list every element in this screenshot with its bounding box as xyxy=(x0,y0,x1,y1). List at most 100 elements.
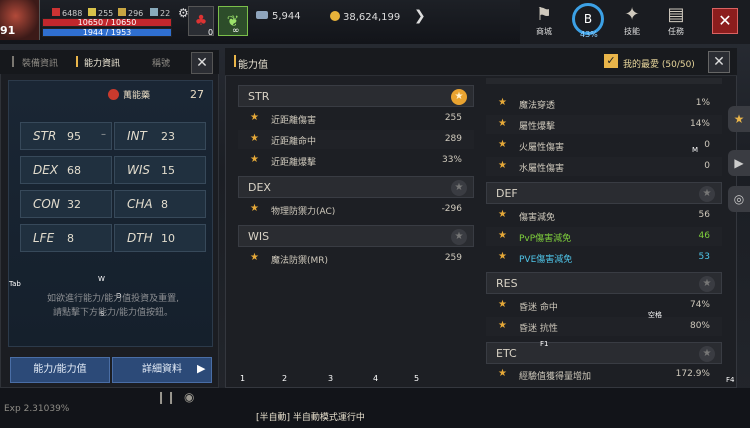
stat-value: 8 xyxy=(67,232,74,245)
hud-stat-4: 22 xyxy=(150,8,170,18)
stat-row-label: 近距離命中 xyxy=(271,137,317,147)
stat-row-label: 近距離爆擊 xyxy=(271,158,317,168)
side-play-button[interactable]: ▶ xyxy=(728,150,750,176)
tab-title[interactable]: 稱號 xyxy=(152,56,170,69)
key-hint-tab: Tab xyxy=(9,280,21,288)
close-main-button[interactable]: ✕ xyxy=(712,8,738,34)
group-header-str: STR ★ xyxy=(238,85,474,107)
favorite-star-icon[interactable]: ★ xyxy=(451,89,467,105)
stat-name: WIS xyxy=(127,163,151,177)
side-favorite-button[interactable]: ★ xyxy=(728,106,750,132)
shop-button[interactable]: ⚑ 商城 xyxy=(524,4,564,37)
stat-row-value: 80% xyxy=(689,321,710,331)
stat-row-label: 火屬性傷害 xyxy=(519,143,565,153)
hotkey-slot-3[interactable]: 3 xyxy=(328,374,333,383)
group-header-dex: DEX ★ xyxy=(238,176,474,198)
potion-count: 0 xyxy=(208,28,214,37)
favorite-star-icon[interactable]: ★ xyxy=(699,186,715,202)
hint-line-1: 如欲進行能力/能力值投資及重置, xyxy=(47,294,179,304)
hud-stat-3: 296 xyxy=(118,8,143,18)
group-header-def: DEF ★ xyxy=(486,182,722,204)
currency-expand-arrow-icon[interactable]: ❯ xyxy=(414,8,426,24)
stat-value: 68 xyxy=(67,164,81,177)
star-icon: ★ xyxy=(250,154,259,165)
hotkey-slot-5[interactable]: 5 xyxy=(414,374,419,383)
favorite-star-icon[interactable]: ★ xyxy=(699,346,715,362)
tab-divider xyxy=(12,56,14,67)
stat-row: ★ 火屬性傷害 0 xyxy=(486,136,722,155)
stat-name: LFE xyxy=(33,231,55,245)
title-marker xyxy=(234,55,236,67)
heart-icon xyxy=(52,8,60,16)
star-icon: ★ xyxy=(498,230,507,241)
group-name: DEF xyxy=(496,187,518,200)
quests-button[interactable]: ▤ 任務 xyxy=(656,4,696,37)
stat-row-label: 昏迷 抗性 xyxy=(519,324,558,334)
stat-row-label: 傷害減免 xyxy=(519,213,556,223)
close-icon: ✕ xyxy=(718,11,732,30)
stat-dash: – xyxy=(101,129,106,140)
star-icon: ★ xyxy=(498,299,507,310)
leaf-infinity: ∞ xyxy=(232,26,240,36)
favorites-checkbox[interactable]: ✓ xyxy=(604,54,618,68)
left-panel-close-button[interactable]: ✕ xyxy=(191,52,213,74)
stat-row-label: PVE傷害減免 xyxy=(519,255,573,265)
stat-row-label: 屬性爆擊 xyxy=(519,122,556,132)
stat-row: ★ 昏迷 命中 74% xyxy=(486,296,722,315)
silver-currency: 5,944 xyxy=(256,11,301,22)
stat-row: ★ 水屬性傷害 0 xyxy=(486,157,722,176)
stat-cell-dth: DTH 10 xyxy=(114,224,206,252)
star-icon: ★ xyxy=(733,112,745,126)
star-icon: ★ xyxy=(498,209,507,220)
stats-detail-title: 能力值 xyxy=(238,60,268,71)
stat-row: ★ 魔法穿透 1% xyxy=(486,94,722,113)
star-icon: ★ xyxy=(498,320,507,331)
stat-row-label: 魔法防禦(MR) xyxy=(271,256,329,266)
group-header-res: RES ★ xyxy=(486,272,722,294)
auto-mode-status: [半自動] 半自動模式運行中 xyxy=(256,413,365,423)
key-hint-w: W xyxy=(98,275,105,283)
hotkey-slot-2[interactable]: 2 xyxy=(282,374,287,383)
favorites-label[interactable]: 我的最愛 (50/50) xyxy=(623,57,695,70)
stat-name: CHA xyxy=(127,197,153,211)
stat-value: 23 xyxy=(161,130,175,143)
star-icon: ★ xyxy=(498,160,507,171)
camera-icon[interactable]: ◉ xyxy=(184,390,194,404)
favorite-star-icon[interactable]: ★ xyxy=(451,229,467,245)
side-swirl-button[interactable]: ◎ xyxy=(728,186,750,212)
gold-currency: 38,624,199 xyxy=(330,11,400,23)
swirl-icon: ◎ xyxy=(733,192,745,206)
stat-row-label: 物理防禦力(AC) xyxy=(271,207,336,217)
ability-points-button[interactable]: 能力/能力值 xyxy=(10,357,110,383)
group-name: STR xyxy=(248,90,270,103)
star-icon: ★ xyxy=(498,251,507,262)
tab-equipment[interactable]: 裝備資訊 xyxy=(22,56,58,69)
menu-icon[interactable]: ❙❙ xyxy=(156,390,176,404)
favorite-star-icon[interactable]: ★ xyxy=(451,180,467,196)
favorite-star-icon[interactable]: ★ xyxy=(699,276,715,292)
stat-row-value: 255 xyxy=(444,113,462,123)
star-icon: ★ xyxy=(498,139,507,150)
stat-row: ★ 近距離傷害 255 xyxy=(238,109,474,128)
hud-stat-1: 6488 xyxy=(52,8,82,18)
hotkey-slot-1[interactable]: 1 xyxy=(240,374,245,383)
star-icon: ★ xyxy=(250,112,259,123)
play-icon: ▶ xyxy=(734,156,744,170)
stat-row-value: 289 xyxy=(444,134,462,144)
star-icon: ★ xyxy=(498,118,507,129)
stat-row-value: 0 xyxy=(704,140,710,150)
active-tab-marker xyxy=(76,56,78,67)
stat-row-value: 46 xyxy=(698,231,710,241)
stat-row-value: 33% xyxy=(441,155,462,165)
tab-ability[interactable]: 能力資訊 xyxy=(84,56,120,69)
stat-row-value: 14% xyxy=(689,119,710,129)
skills-button[interactable]: ✦ 技能 xyxy=(612,4,652,37)
hotkey-slot-4[interactable]: 4 xyxy=(373,374,378,383)
stat-row-label: 魔法穿透 xyxy=(519,101,556,111)
stat-row-value: 56 xyxy=(698,210,710,220)
skill-percent: 43% xyxy=(580,30,598,39)
stat-cell-wis: WIS 15 xyxy=(114,156,206,184)
stats-detail-close-button[interactable]: ✕ xyxy=(708,51,730,73)
group-name: DEX xyxy=(248,181,271,194)
close-icon: ✕ xyxy=(196,55,208,71)
